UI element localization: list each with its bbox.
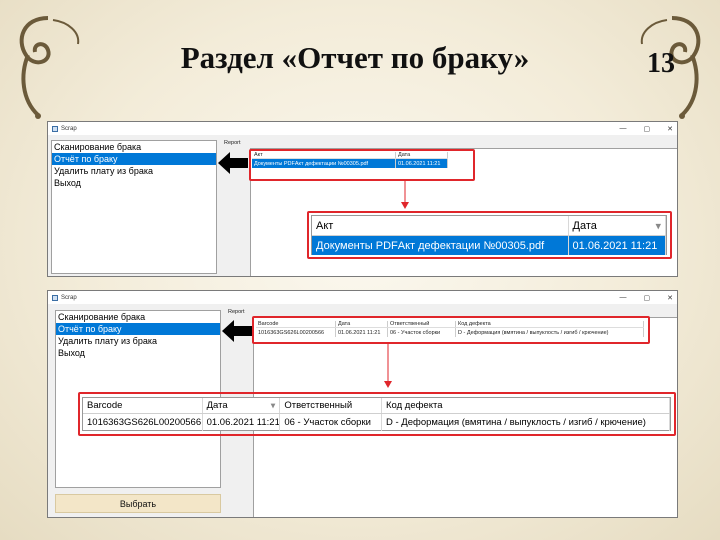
act-grid-zoom: Акт Дата ▾ Документы PDFАкт дефектации №0… [311, 215, 667, 255]
menu-item-scan-defect[interactable]: Сканирование брака [52, 141, 216, 153]
zoom-cell-act: Документы PDFАкт дефектации №00305.pdf [312, 236, 569, 255]
app-icon [52, 294, 58, 301]
maximize-icon[interactable]: ▢ [644, 125, 651, 133]
defect-grid-zoom-header: Barcode Дата ▾ Ответственный Код дефекта [83, 398, 670, 414]
report-label: Report [224, 140, 241, 146]
sort-arrow-icon: ▾ [270, 400, 276, 411]
menu-item-scan-defect[interactable]: Сканирование брака [56, 311, 220, 323]
zoom-col-defect-code[interactable]: Код дефекта [382, 398, 670, 413]
window-title: Scrap [61, 294, 77, 301]
down-arrow-icon [384, 344, 392, 388]
window-titlebar: Scrap — ▢ ✕ [48, 291, 677, 304]
select-button[interactable]: Выбрать [55, 494, 221, 513]
sort-arrow-icon: ▾ [655, 220, 661, 232]
zoom-col-date-label: Дата [572, 219, 597, 232]
zoom-col-responsible[interactable]: Ответственный [280, 398, 382, 413]
minimize-icon[interactable]: — [620, 294, 627, 301]
zoom-cell-defect-code: D - Деформация (вмятина / выпуклость / и… [382, 414, 670, 431]
zoom-col-date-label: Дата [206, 400, 228, 411]
highlight-box-small-defect [252, 316, 650, 344]
table-row[interactable]: 1016363GS626L00200566 01.06.2021 11:21 0… [83, 414, 670, 431]
zoom-cell-date: 01.06.2021 11:21 [569, 236, 666, 255]
close-icon[interactable]: ✕ [667, 125, 673, 133]
report-label: Report [228, 309, 245, 315]
table-row[interactable]: Документы PDFАкт дефектации №00305.pdf 0… [312, 236, 666, 255]
window-titlebar: Scrap — ▢ ✕ [48, 122, 677, 135]
menu-item-exit[interactable]: Выход [56, 347, 220, 359]
window-controls: — ▢ ✕ [620, 122, 674, 135]
zoom-cell-responsible: 06 - Участок сборки [280, 414, 382, 431]
zoom-cell-barcode: 1016363GS626L00200566 [83, 414, 203, 431]
act-grid-zoom-header: Акт Дата ▾ [312, 216, 666, 236]
slide-title: Раздел «Отчет по браку» [180, 40, 530, 75]
down-arrow-icon [401, 181, 409, 209]
menu-item-exit[interactable]: Выход [52, 177, 216, 189]
left-arrow-icon [222, 320, 252, 342]
defect-grid-zoom: Barcode Дата ▾ Ответственный Код дефекта … [82, 397, 671, 431]
menu-item-remove-board[interactable]: Удалить плату из брака [52, 165, 216, 177]
left-arrow-icon [218, 152, 248, 174]
zoom-cell-date: 01.06.2021 11:21 [203, 414, 281, 431]
window-controls: — ▢ ✕ [620, 291, 674, 304]
zoom-col-date[interactable]: Дата ▾ [569, 216, 666, 235]
slide-page-number: 13 [647, 48, 675, 79]
menu-item-defect-report[interactable]: Отчёт по браку [52, 153, 216, 165]
zoom-col-act[interactable]: Акт [312, 216, 569, 235]
maximize-icon[interactable]: ▢ [644, 294, 651, 302]
minimize-icon[interactable]: — [620, 125, 627, 132]
menu-item-remove-board[interactable]: Удалить плату из брака [56, 335, 220, 347]
app-icon [52, 125, 58, 132]
highlight-box-small-act [249, 149, 475, 181]
main-menu-list: Сканирование брака Отчёт по браку Удалит… [51, 140, 217, 274]
zoom-col-barcode[interactable]: Barcode [83, 398, 203, 413]
window-title: Scrap [61, 125, 77, 132]
menu-item-defect-report[interactable]: Отчёт по браку [56, 323, 220, 335]
zoom-col-date[interactable]: Дата ▾ [203, 398, 281, 413]
close-icon[interactable]: ✕ [667, 294, 673, 302]
